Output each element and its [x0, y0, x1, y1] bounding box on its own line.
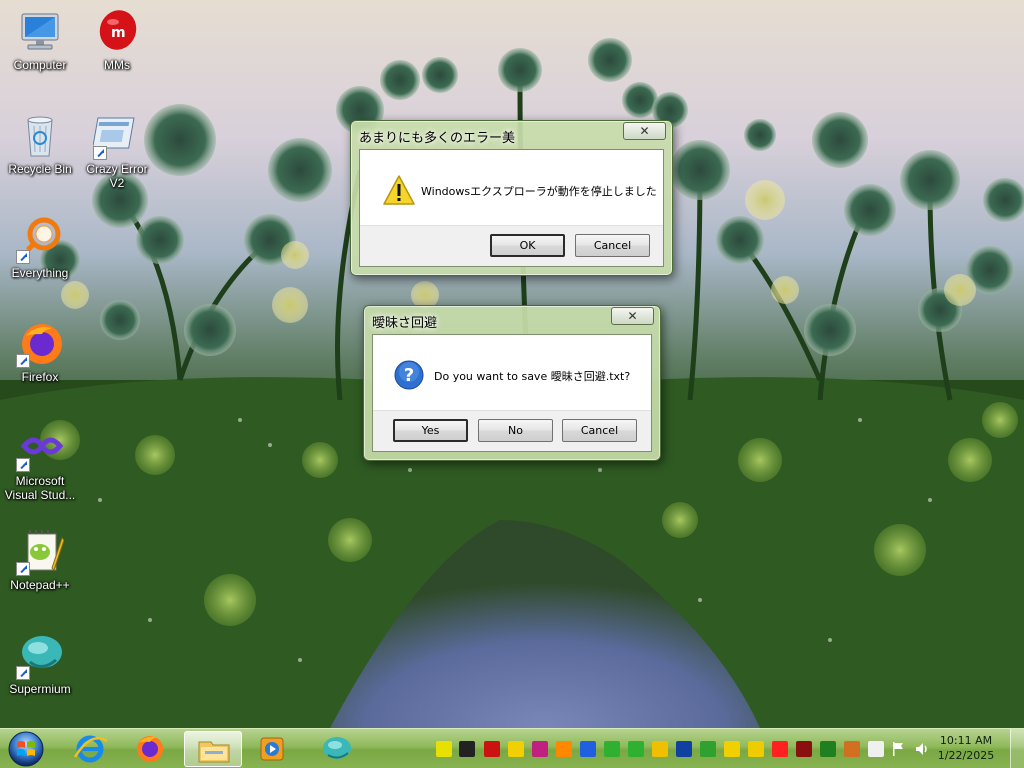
cancel-button[interactable]: Cancel: [562, 419, 637, 442]
tray-app-icon[interactable]: [772, 741, 788, 757]
system-clock[interactable]: 10:11 AM 1/22/2025: [934, 733, 998, 763]
desktop-icon-crazy-error[interactable]: Crazy Error V2: [77, 112, 157, 190]
svg-text:?: ?: [404, 365, 414, 386]
tray-app-icon[interactable]: [628, 741, 644, 757]
tray-app-icon[interactable]: [748, 741, 764, 757]
svg-text:m: m: [111, 25, 126, 41]
desktop-icon-label: Notepad++: [10, 578, 70, 592]
desktop-icon-notepad-plus-plus[interactable]: Notepad++: [0, 528, 80, 592]
dialog-client: Windowsエクスプローラが動作を停止しました OK Cancel: [359, 149, 664, 267]
clock-time: 10:11 AM: [939, 734, 993, 747]
message-area: ? Do you want to save 曖昧さ回避.txt?: [373, 335, 651, 413]
no-button[interactable]: No: [478, 419, 553, 442]
shortcut-arrow-icon: [16, 354, 30, 368]
taskbar-media-player[interactable]: [243, 731, 301, 767]
everything-search-icon: [16, 216, 64, 264]
tray-app-icon[interactable]: [436, 741, 452, 757]
tray-app-icon[interactable]: [580, 741, 596, 757]
shortcut-arrow-icon: [93, 146, 107, 160]
tray-app-icon[interactable]: [700, 741, 716, 757]
mms-candy-icon: m: [93, 8, 141, 56]
desktop-icon-label: MMs: [104, 58, 130, 72]
desktop-icon-label: Crazy Error V2: [86, 162, 148, 190]
yes-button[interactable]: Yes: [393, 419, 468, 442]
computer-icon: [16, 8, 64, 56]
desktop-icon-label: Computer: [13, 58, 67, 72]
desktop-icon-label: Supermium: [9, 682, 71, 696]
taskbar-supermium[interactable]: [308, 731, 366, 767]
file-explorer-icon: [198, 741, 230, 763]
visual-studio-icon: [16, 424, 64, 472]
cancel-button[interactable]: Cancel: [575, 234, 650, 257]
shortcut-arrow-icon: [16, 562, 30, 576]
tray-app-icon[interactable]: [532, 741, 548, 757]
tray-app-icon[interactable]: [508, 741, 524, 757]
action-center-flag-icon[interactable]: [892, 741, 904, 757]
desktop-icon-supermium[interactable]: Supermium: [0, 632, 80, 696]
tray-app-icon[interactable]: [652, 741, 668, 757]
tray-app-icon[interactable]: [484, 741, 500, 757]
shortcut-arrow-icon: [16, 458, 30, 472]
recycle-bin-icon: [16, 112, 64, 160]
desktop-icon-label: Recycle Bin: [8, 162, 72, 176]
notepad-plus-plus-icon: [16, 528, 65, 576]
media-player-icon: [260, 737, 284, 761]
windows-logo-icon: [8, 731, 44, 767]
start-button[interactable]: [6, 730, 46, 768]
desktop-icon-label: Microsoft Visual Stud...: [4, 474, 76, 502]
tray-app-icon[interactable]: [844, 741, 860, 757]
network-icon[interactable]: [868, 741, 884, 757]
crazy-error-icon: [92, 112, 141, 160]
save-dialog[interactable]: 曖昧さ回避 ✕ ? Do you want to save 曖昧さ回避.txt?…: [363, 305, 661, 461]
desktop-icon-label: Everything: [11, 266, 69, 280]
desktop-icon-recycle-bin[interactable]: Recycle Bin: [0, 112, 80, 176]
taskbar-firefox[interactable]: [121, 731, 179, 767]
question-icon: ?: [393, 359, 425, 394]
desktop-icon-firefox[interactable]: Firefox: [0, 320, 80, 384]
taskbar-internet-explorer[interactable]: [61, 731, 119, 767]
firefox-icon: [137, 736, 163, 762]
supermium-icon: [323, 737, 351, 759]
internet-explorer-icon: [73, 735, 108, 763]
dialog-message: Do you want to save 曖昧さ回避.txt?: [434, 370, 631, 383]
tray-app-icon[interactable]: [724, 741, 740, 757]
button-area: OK Cancel: [360, 225, 663, 266]
message-area: Windowsエクスプローラが動作を停止しました: [360, 150, 663, 228]
ok-button[interactable]: OK: [490, 234, 565, 257]
taskbar: 10:11 AM 1/22/2025: [0, 728, 1024, 768]
button-area: Yes No Cancel: [373, 410, 651, 451]
shortcut-arrow-icon: [16, 250, 30, 264]
close-button[interactable]: ✕: [611, 307, 654, 325]
tray-app-icon[interactable]: [676, 741, 692, 757]
tray-app-icon[interactable]: [604, 741, 620, 757]
dialog-message: Windowsエクスプローラが動作を停止しました: [421, 185, 657, 198]
show-desktop-button[interactable]: [1010, 729, 1024, 768]
clock-date: 1/22/2025: [937, 749, 995, 762]
tray-app-icon[interactable]: [796, 741, 812, 757]
tray-app-icon[interactable]: [459, 741, 475, 757]
tray-app-icon[interactable]: [820, 741, 836, 757]
shortcut-arrow-icon: [16, 666, 30, 680]
close-button[interactable]: ✕: [623, 122, 666, 140]
volume-icon[interactable]: [914, 741, 930, 757]
desktop-icon-computer[interactable]: Computer: [0, 8, 80, 72]
taskbar-file-explorer[interactable]: [184, 731, 242, 767]
supermium-icon: [16, 632, 64, 680]
desktop-icon-mms[interactable]: m MMs: [77, 8, 157, 72]
error-dialog[interactable]: あまりにも多くのエラー美 ✕ Windowsエクスプローラが動作を停止しました …: [350, 120, 673, 276]
desktop-icon-label: Firefox: [21, 370, 59, 384]
warning-icon: [382, 174, 416, 209]
desktop-icon-everything[interactable]: Everything: [0, 216, 80, 280]
desktop-icon-visual-studio[interactable]: Microsoft Visual Stud...: [0, 424, 80, 502]
dialog-client: ? Do you want to save 曖昧さ回避.txt? Yes No …: [372, 334, 652, 452]
firefox-icon: [16, 320, 64, 368]
tray-app-icon[interactable]: [556, 741, 572, 757]
